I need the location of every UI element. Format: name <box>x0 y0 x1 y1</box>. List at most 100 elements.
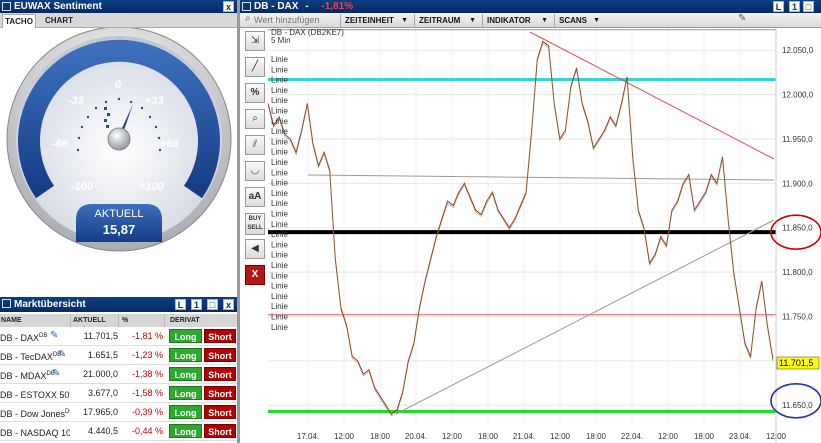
line-label: Linie <box>271 168 288 177</box>
zoom-tool[interactable]: ⌕ <box>245 109 265 129</box>
text-tool[interactable]: aA <box>245 187 265 207</box>
chart-interval: 5 Min <box>271 36 291 45</box>
minimize-icon[interactable]: L <box>773 1 784 12</box>
row-name-text: DB - TecDAX <box>0 352 53 362</box>
sound-tool[interactable]: ◀ <box>245 239 265 259</box>
edit-pencil-icon[interactable]: ✎ <box>52 368 61 379</box>
panel-splitter[interactable] <box>237 0 240 443</box>
row-name-text: DB - ESTOXX 50 <box>0 390 70 400</box>
col-value[interactable]: AKTUELL <box>70 314 118 327</box>
add-symbol-input[interactable] <box>254 14 338 26</box>
line-label: Linie <box>271 292 288 301</box>
maximize-icon[interactable]: □ <box>803 1 814 12</box>
cursor-tool[interactable]: ⇲ <box>245 31 265 51</box>
maximize-icon[interactable]: □ <box>207 299 218 310</box>
long-button[interactable]: Long <box>169 348 202 362</box>
window-icon <box>2 299 11 308</box>
y-tick-label: 11.750,0 <box>782 312 813 321</box>
line-label: Linie <box>271 210 288 219</box>
parallel-lines-tool[interactable]: ⫽ <box>245 135 265 155</box>
x-tick-label: 20.04. <box>405 432 427 441</box>
long-button[interactable]: Long <box>169 367 202 381</box>
tab-tacho[interactable]: TACHO <box>2 14 36 28</box>
percent-tool-label: % <box>250 87 260 98</box>
line-label: Linie <box>271 86 288 95</box>
restore-icon[interactable]: 1 <box>789 1 800 12</box>
short-button[interactable]: Short <box>204 405 236 419</box>
table-row[interactable]: DB - Dow JonesDB 17.965,0 -0,39 % LongShort <box>0 403 237 422</box>
row-name[interactable]: DB - NASDAQ 100c <box>0 422 70 442</box>
menu-indikator[interactable]: INDIKATOR ▼ <box>482 14 552 27</box>
x-tick-label: 12:00 <box>766 432 787 441</box>
line-label: Linie <box>271 230 288 239</box>
tab-chart[interactable]: CHART <box>40 14 78 28</box>
gauge-label-m66: -66 <box>52 138 69 150</box>
x-tick-label: 21.04. <box>513 432 535 441</box>
line-label: Linie <box>271 55 288 64</box>
x-tick-label: 12:00 <box>442 432 463 441</box>
x-tick-label: 22.04. <box>621 432 643 441</box>
gauge-label-p33: +33 <box>145 95 164 107</box>
long-button[interactable]: Long <box>169 405 202 419</box>
line-label: Linie <box>271 137 288 146</box>
sell-label: SELL <box>247 225 263 231</box>
chart-titlebar: DB - DAX - -1,81% L 1 □ <box>240 0 821 13</box>
settings-icon[interactable]: ✎ <box>738 13 746 24</box>
line-tool[interactable]: ╱ <box>245 57 265 77</box>
edit-pencil-icon[interactable]: ✎ <box>50 330 59 341</box>
x-tick-label: 18:00 <box>586 432 607 441</box>
row-name[interactable]: DB - Dow JonesDB <box>0 403 70 423</box>
table-row[interactable]: DB - DAXDB ✎ 11.701,5 -1,81 % Long Short <box>0 327 237 346</box>
short-button[interactable]: Short <box>204 348 236 362</box>
x-tick-label: 23.04. <box>729 432 751 441</box>
x-tick-label: 18:00 <box>478 432 499 441</box>
percent-tool[interactable]: % <box>245 83 265 103</box>
long-button[interactable]: Long <box>169 329 202 343</box>
delete-tool[interactable]: X <box>245 265 265 285</box>
price-chart[interactable]: 12.050,0 12.000,0 11.950,0 11.900,0 11.850,0… <box>268 28 821 443</box>
menu-scans[interactable]: SCANS ▼ <box>554 14 604 27</box>
short-button[interactable]: Short <box>204 424 236 438</box>
col-derivat[interactable]: DERIVAT <box>164 314 237 327</box>
short-button[interactable]: Short <box>204 386 236 400</box>
close-icon[interactable]: x <box>223 1 234 12</box>
line-label: Linie <box>271 199 288 208</box>
buy-sell-tool[interactable]: BUY SELL <box>245 213 265 235</box>
curve-tool[interactable]: ◡ <box>245 161 265 181</box>
menu-zeitraum[interactable]: ZEITRAUM ▼ <box>414 14 480 27</box>
restore-icon[interactable]: 1 <box>191 299 202 310</box>
long-button[interactable]: Long <box>169 424 202 438</box>
gauge-value: 15,87 <box>103 222 136 237</box>
table-row[interactable]: DB - NASDAQ 100c 4.440,5 -0,44 % LongShort <box>0 422 237 441</box>
short-button[interactable]: Short <box>204 367 236 381</box>
menu-zeiteinheit[interactable]: ZEITEINHEIT ▼ <box>340 14 412 27</box>
delete-tool-label: X <box>251 269 259 280</box>
y-tick-label: 11.650,0 <box>782 401 813 410</box>
short-button[interactable]: Short <box>204 329 236 343</box>
table-row[interactable]: DB - TecDAXDB ✎ 1.651,5 -1,23 % Long Short <box>0 346 237 365</box>
row-name[interactable]: DB - DAXDB <box>0 327 70 347</box>
row-name-text: DB - MDAX <box>0 371 47 381</box>
row-name-text: DB - NASDAQ 100 <box>0 428 70 438</box>
chevron-down-icon: ▼ <box>541 17 548 24</box>
row-name-text: DB - DAX <box>0 333 40 343</box>
line-label: Linie <box>271 302 288 311</box>
minimize-icon[interactable]: L <box>175 299 186 310</box>
sentiment-titlebar: EUWAX Sentiment x <box>0 0 237 13</box>
col-pct[interactable]: % <box>118 314 164 327</box>
gauge-label-p66: +66 <box>160 138 180 150</box>
table-row[interactable]: DB - MDAXDB ✎ 21.000,0 -1,38 % Long Short <box>0 365 237 384</box>
row-value: 11.701,5 <box>83 331 118 341</box>
long-button[interactable]: Long <box>169 386 202 400</box>
edit-pencil-icon[interactable]: ✎ <box>58 349 67 360</box>
market-titlebar: Marktübersicht L 1 □ x <box>0 297 237 312</box>
row-pct: -1,58 % <box>131 388 163 398</box>
line-label: Linie <box>271 282 288 291</box>
line-label: Linie <box>271 65 288 74</box>
chevron-down-icon: ▼ <box>401 17 408 24</box>
gauge-label-p100: +100 <box>139 181 165 193</box>
close-icon[interactable]: x <box>223 299 234 310</box>
table-row[interactable]: DB - ESTOXX 50DB 3.677,0 -1,58 % LongShort <box>0 384 237 403</box>
row-name[interactable]: DB - ESTOXX 50DB <box>0 384 70 404</box>
col-name[interactable]: NAME <box>0 314 70 327</box>
